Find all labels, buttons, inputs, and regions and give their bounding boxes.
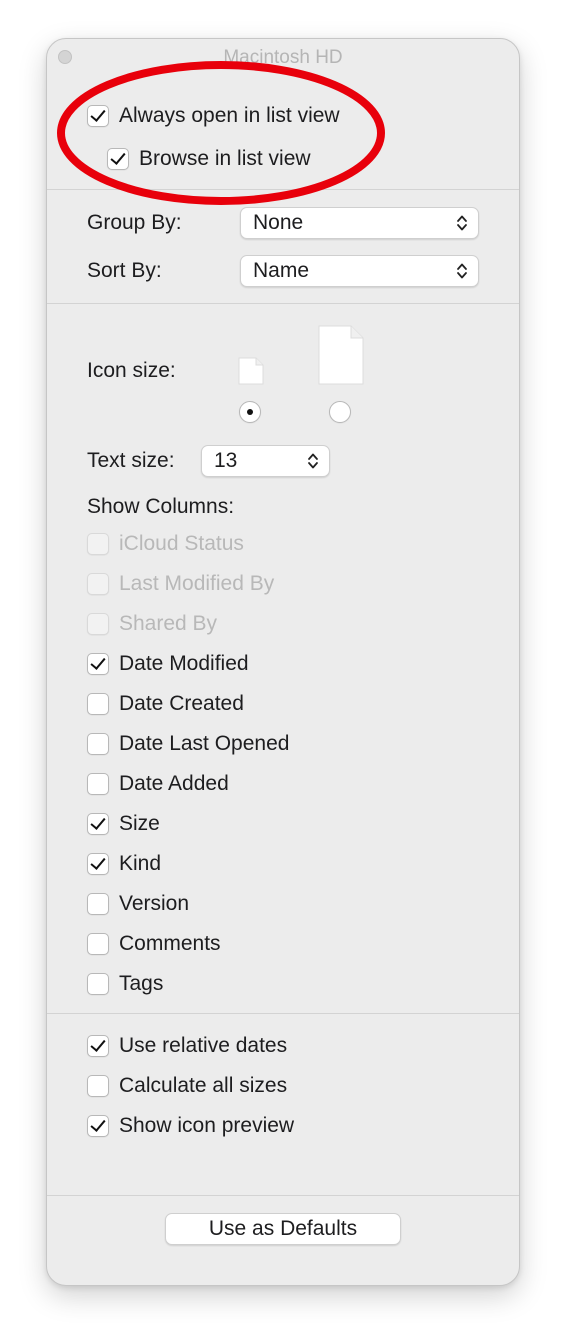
show-icon-preview-checkbox[interactable] — [87, 1115, 109, 1137]
calculate-all-sizes-option[interactable]: Calculate all sizes — [87, 1071, 287, 1101]
view-options-window: Macintosh HD Always open in list view Br… — [46, 38, 520, 1286]
divider — [47, 1195, 519, 1196]
sort-by-popup[interactable]: Name — [240, 255, 479, 287]
comments-checkbox[interactable] — [87, 933, 109, 955]
date-created-label: Date Created — [119, 692, 244, 715]
kind-label: Kind — [119, 852, 162, 875]
text-size-value: 13 — [214, 449, 238, 472]
tags-checkbox[interactable] — [87, 973, 109, 995]
version-label: Version — [119, 892, 190, 915]
column-option-kind[interactable]: Kind — [87, 849, 161, 879]
column-option-date-modified[interactable]: Date Modified — [87, 649, 249, 679]
comments-label: Comments — [119, 932, 221, 955]
column-option-date-last-opened[interactable]: Date Last Opened — [87, 729, 289, 759]
date-added-checkbox[interactable] — [87, 773, 109, 795]
sort-by-label: Sort By: — [87, 259, 162, 282]
date-last-opened-label: Date Last Opened — [119, 732, 290, 755]
date-last-opened-checkbox[interactable] — [87, 733, 109, 755]
browse-list-view-label: Browse in list view — [139, 147, 311, 170]
small-document-icon — [238, 357, 264, 385]
date-modified-checkbox[interactable] — [87, 653, 109, 675]
divider — [47, 303, 519, 304]
divider — [47, 189, 519, 190]
column-option-version[interactable]: Version — [87, 889, 189, 919]
show-columns-label: Show Columns: — [87, 495, 235, 518]
last-modified-by-checkbox — [87, 573, 109, 595]
column-option-icloud-status: iCloud Status — [87, 529, 244, 559]
shared-by-checkbox — [87, 613, 109, 635]
group-by-value: None — [253, 211, 304, 234]
always-open-list-view-option[interactable]: Always open in list view — [87, 101, 340, 131]
use-relative-dates-option[interactable]: Use relative dates — [87, 1031, 287, 1061]
use-relative-dates-checkbox[interactable] — [87, 1035, 109, 1057]
shared-by-label: Shared By — [119, 612, 218, 635]
browse-list-view-option[interactable]: Browse in list view — [107, 144, 311, 174]
chevron-up-down-icon — [457, 263, 467, 279]
text-size-label: Text size: — [87, 449, 175, 472]
size-checkbox[interactable] — [87, 813, 109, 835]
column-option-comments[interactable]: Comments — [87, 929, 221, 959]
size-label: Size — [119, 812, 160, 835]
large-icon-radio[interactable] — [329, 401, 351, 423]
column-option-date-added[interactable]: Date Added — [87, 769, 229, 799]
date-created-checkbox[interactable] — [87, 693, 109, 715]
column-option-shared-by: Shared By — [87, 609, 217, 639]
large-document-icon — [318, 325, 364, 385]
calculate-all-sizes-label: Calculate all sizes — [119, 1074, 288, 1097]
last-modified-by-label: Last Modified By — [119, 572, 275, 595]
text-size-popup[interactable]: 13 — [201, 445, 330, 477]
date-added-label: Date Added — [119, 772, 229, 795]
chevron-up-down-icon — [457, 215, 467, 231]
title-bar: Macintosh HD — [47, 39, 519, 75]
icloud-status-label: iCloud Status — [119, 532, 244, 555]
icloud-status-checkbox — [87, 533, 109, 555]
column-option-date-created[interactable]: Date Created — [87, 689, 244, 719]
icon-size-label: Icon size: — [87, 359, 176, 382]
sort-by-value: Name — [253, 259, 310, 282]
calculate-all-sizes-checkbox[interactable] — [87, 1075, 109, 1097]
version-checkbox[interactable] — [87, 893, 109, 915]
window-title: Macintosh HD — [223, 47, 343, 68]
group-by-label: Group By: — [87, 211, 182, 234]
group-by-popup[interactable]: None — [240, 207, 479, 239]
column-option-tags[interactable]: Tags — [87, 969, 163, 999]
small-icon-radio[interactable] — [239, 401, 261, 423]
show-icon-preview-label: Show icon preview — [119, 1114, 295, 1137]
show-icon-preview-option[interactable]: Show icon preview — [87, 1111, 294, 1141]
use-relative-dates-label: Use relative dates — [119, 1034, 288, 1057]
always-open-list-view-label: Always open in list view — [119, 104, 340, 127]
tags-label: Tags — [119, 972, 164, 995]
column-option-size[interactable]: Size — [87, 809, 160, 839]
use-as-defaults-button[interactable]: Use as Defaults — [165, 1213, 401, 1245]
column-option-last-modified-by: Last Modified By — [87, 569, 274, 599]
browse-list-view-checkbox[interactable] — [107, 148, 129, 170]
chevron-up-down-icon — [308, 453, 318, 469]
date-modified-label: Date Modified — [119, 652, 249, 675]
kind-checkbox[interactable] — [87, 853, 109, 875]
always-open-list-view-checkbox[interactable] — [87, 105, 109, 127]
divider — [47, 1013, 519, 1014]
